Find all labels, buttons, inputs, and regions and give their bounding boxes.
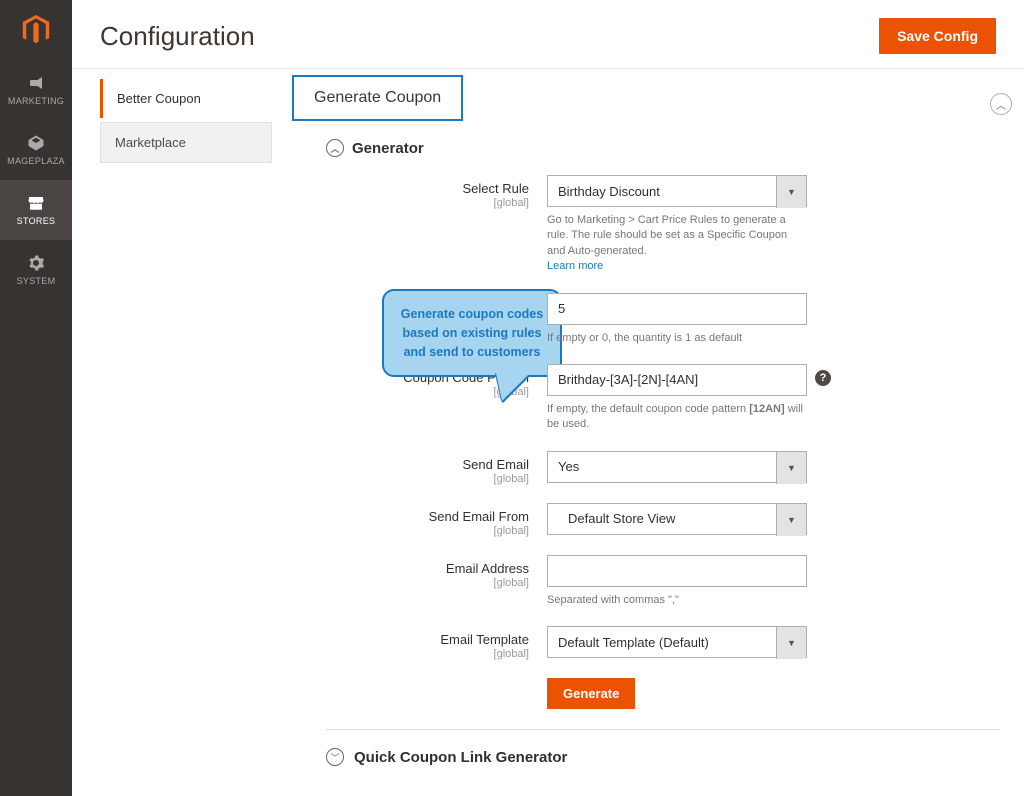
subsection-generator[interactable]: ︿ Generator <box>326 139 1000 157</box>
chevron-up-icon: ︿ <box>996 97 1006 112</box>
nav-stores[interactable]: STORES <box>0 180 72 240</box>
label-send-from: Send Email From [global] <box>292 503 547 537</box>
magento-logo[interactable] <box>0 0 72 60</box>
subsection-quick-link[interactable]: ﹀ Quick Coupon Link Generator <box>326 729 1000 766</box>
tab-marketplace[interactable]: Marketplace <box>100 122 272 163</box>
config-body: Generate Coupon ︿ ︿ Generator Generate c… <box>272 69 1024 796</box>
help-icon[interactable]: ? <box>815 370 831 386</box>
send-email-dropdown[interactable]: Yes ▼ <box>547 451 807 483</box>
main-content: Configuration Save Config Better Coupon … <box>72 0 1024 796</box>
chevron-down-icon: ▼ <box>776 452 806 484</box>
page-header: Configuration Save Config <box>72 0 1024 69</box>
tab-better-coupon[interactable]: Better Coupon <box>100 79 272 118</box>
nav-label: MAGEPLAZA <box>7 156 65 166</box>
help-select-rule: Go to Marketing > Cart Price Rules to ge… <box>547 213 807 275</box>
learn-more-link[interactable]: Learn more <box>547 260 603 272</box>
nav-label: STORES <box>17 216 56 226</box>
callout-bubble: Generate coupon codes based on existing … <box>382 289 562 377</box>
chevron-down-icon: ▼ <box>776 627 806 659</box>
select-value: Birthday Discount <box>558 184 660 199</box>
callout-tail-icon <box>496 373 530 401</box>
label-send-email: Send Email [global] <box>292 451 547 485</box>
nav-label: MARKETING <box>8 96 64 106</box>
config-tabs: Better Coupon Marketplace <box>72 69 272 796</box>
admin-sidebar: MARKETING MAGEPLAZA STORES SYSTEM <box>0 0 72 796</box>
subsection-label: Quick Coupon Link Generator <box>354 749 567 766</box>
help-email-address: Separated with commas "," <box>547 593 807 608</box>
save-config-button[interactable]: Save Config <box>879 18 996 54</box>
collapse-section-button[interactable]: ︿ <box>990 93 1012 115</box>
section-title: Generate Coupon <box>314 89 441 106</box>
mageplaza-icon <box>26 134 46 152</box>
section-title-highlight: Generate Coupon <box>292 75 463 121</box>
help-pattern: If empty, the default coupon code patter… <box>547 402 807 433</box>
email-template-dropdown[interactable]: Default Template (Default) ▼ <box>547 626 807 658</box>
gear-icon <box>26 254 46 272</box>
chevron-up-icon: ︿ <box>326 139 344 157</box>
nav-mageplaza[interactable]: MAGEPLAZA <box>0 120 72 180</box>
chevron-down-icon: ﹀ <box>326 748 344 766</box>
pattern-input[interactable] <box>547 364 807 396</box>
nav-system[interactable]: SYSTEM <box>0 240 72 300</box>
megaphone-icon <box>26 74 46 92</box>
nav-marketing[interactable]: MARKETING <box>0 60 72 120</box>
label-email-template: Email Template [global] <box>292 626 547 660</box>
label-select-rule: Select Rule [global] <box>292 175 547 209</box>
subsection-label: Generator <box>352 140 424 157</box>
help-qty: If empty or 0, the quantity is 1 as defa… <box>547 331 807 346</box>
select-rule-dropdown[interactable]: Birthday Discount ▼ <box>547 175 807 207</box>
chevron-down-icon: ▼ <box>776 504 806 536</box>
nav-label: SYSTEM <box>17 276 56 286</box>
page-title: Configuration <box>100 21 255 52</box>
generate-button[interactable]: Generate <box>547 678 635 709</box>
chevron-down-icon: ▼ <box>776 176 806 208</box>
magento-logo-icon <box>21 15 51 45</box>
callout-text: Generate coupon codes based on existing … <box>401 307 543 359</box>
label-email-address: Email Address [global] <box>292 555 547 589</box>
select-value: Default Template (Default) <box>558 635 709 650</box>
stores-icon <box>26 194 46 212</box>
qty-input[interactable] <box>547 293 807 325</box>
send-from-dropdown[interactable]: Default Store View ▼ <box>547 503 807 535</box>
select-value: Default Store View <box>558 511 675 526</box>
select-value: Yes <box>558 459 579 474</box>
email-address-input[interactable] <box>547 555 807 587</box>
